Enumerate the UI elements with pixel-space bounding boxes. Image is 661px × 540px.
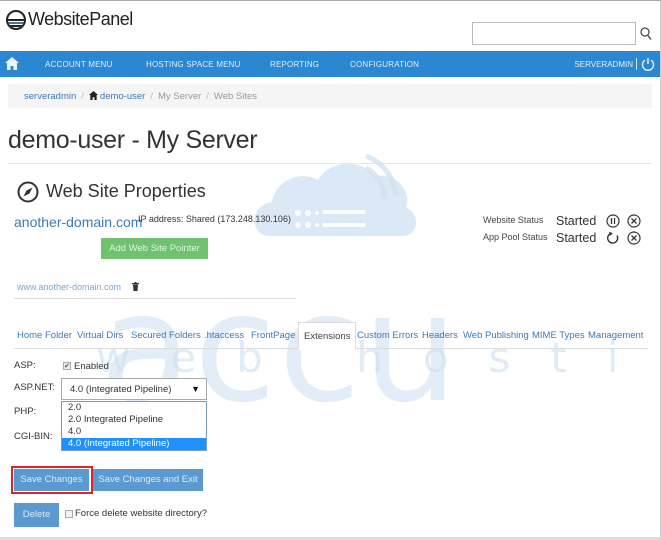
- breadcrumb-web-sites: Web Sites: [213, 91, 258, 102]
- cgi-bin-label: CGI-BIN:: [14, 431, 53, 442]
- dropdown-arrow-icon: ▼: [191, 384, 200, 394]
- home-icon: [88, 91, 98, 100]
- php-label: PHP:: [14, 406, 37, 417]
- aspnet-select-value: 4.0 (Integrated Pipeline): [70, 384, 172, 395]
- breadcrumb-separator: /: [81, 91, 84, 102]
- tab-bar: Home Folder Virtual Dirs Secured Folders…: [14, 322, 648, 350]
- save-changes-and-exit-button[interactable]: Save Changes and Exit: [93, 469, 203, 491]
- force-delete-label: Force delete website directory?: [75, 508, 208, 519]
- search-input[interactable]: [472, 22, 636, 45]
- section-title: Web Site Properties: [46, 181, 206, 201]
- divider: [8, 163, 652, 164]
- nav-account-menu[interactable]: ACCOUNT MENU: [45, 51, 113, 77]
- pause-icon[interactable]: [606, 214, 620, 228]
- save-changes-button[interactable]: Save Changes: [14, 469, 89, 491]
- breadcrumb-separator: /: [150, 91, 153, 102]
- aspnet-dropdown-list: 2.0 2.0 Integrated Pipeline 4.0 4.0 (Int…: [61, 401, 207, 451]
- nav-reporting[interactable]: REPORTING: [270, 51, 319, 77]
- home-icon[interactable]: [5, 57, 19, 70]
- add-web-site-pointer-button[interactable]: Add Web Site Pointer: [101, 238, 208, 259]
- logo[interactable]: WebsitePanel: [6, 9, 133, 30]
- divider: [14, 298, 296, 299]
- asp-enabled-checkbox[interactable]: ✔: [63, 362, 71, 370]
- search-icon[interactable]: [640, 27, 652, 41]
- aspnet-option-selected[interactable]: 4.0 (Integrated Pipeline): [62, 438, 206, 450]
- aspnet-label: ASP.NET:: [14, 382, 56, 393]
- main-nav: ACCOUNT MENU HOSTING SPACE MENU REPORTIN…: [0, 51, 660, 77]
- breadcrumb: serveradmin / demo-user / My Server / Web Site…: [8, 84, 652, 108]
- recycle-icon[interactable]: [606, 231, 620, 245]
- force-delete-checkbox[interactable]: [65, 510, 73, 518]
- tab-secured-folders[interactable]: Secured Folders: [131, 322, 201, 349]
- ip-address: IP address: Shared (173.248.130.106): [138, 214, 291, 224]
- tab-web-publishing[interactable]: Web Publishing: [463, 322, 529, 349]
- tab-headers[interactable]: Headers: [422, 322, 458, 349]
- nav-hosting-space-menu[interactable]: HOSTING SPACE MENU: [146, 51, 241, 77]
- breadcrumb-my-server: My Server: [157, 91, 202, 102]
- delete-button[interactable]: Delete: [14, 503, 59, 527]
- stop-icon[interactable]: [627, 214, 641, 228]
- power-icon[interactable]: [641, 57, 655, 71]
- logo-text: WebsitePanel: [28, 9, 133, 29]
- page-title: demo-user - My Server: [8, 126, 258, 154]
- breadcrumb-demo-user[interactable]: demo-user: [100, 91, 145, 102]
- asp-enabled-label: Enabled: [74, 361, 109, 372]
- tab-management[interactable]: Management: [588, 322, 643, 349]
- pointer-link[interactable]: www.another-domain.com: [17, 282, 121, 292]
- tab-mime-types[interactable]: MIME Types: [532, 322, 585, 349]
- nav-configuration[interactable]: CONFIGURATION: [350, 51, 419, 77]
- website-status-value: Started: [556, 214, 597, 228]
- page-frame: [0, 0, 661, 540]
- tab-custom-errors[interactable]: Custom Errors: [357, 322, 418, 349]
- domain-link[interactable]: another-domain.com: [14, 214, 142, 230]
- nav-user-menu[interactable]: SERVERADMIN: [574, 51, 633, 78]
- breadcrumb-serveradmin[interactable]: serveradmin: [24, 91, 76, 102]
- stop-icon[interactable]: [627, 231, 641, 245]
- aspnet-select[interactable]: 4.0 (Integrated Pipeline) ▼: [61, 378, 207, 400]
- app-pool-status-value: Started: [556, 231, 597, 245]
- tab-home-folder[interactable]: Home Folder: [17, 322, 72, 349]
- logo-icon: [6, 9, 26, 30]
- aspnet-option[interactable]: 2.0: [62, 402, 206, 414]
- tab-extensions[interactable]: Extensions: [298, 322, 357, 350]
- compass-icon: [17, 181, 39, 203]
- aspnet-option[interactable]: 2.0 Integrated Pipeline: [62, 414, 206, 426]
- trash-icon[interactable]: [132, 282, 139, 291]
- tab-frontpage[interactable]: FrontPage: [251, 322, 295, 349]
- breadcrumb-separator: /: [206, 91, 209, 102]
- website-status-label: Website Status: [483, 215, 544, 225]
- nav-separator: [636, 58, 637, 70]
- aspnet-option[interactable]: 4.0: [62, 426, 206, 438]
- tab-virtual-dirs[interactable]: Virtual Dirs: [77, 322, 123, 349]
- app-pool-status-label: App Pool Status: [483, 232, 548, 242]
- tab-htaccess[interactable]: .htaccess: [204, 322, 244, 349]
- asp-label: ASP:: [14, 360, 36, 371]
